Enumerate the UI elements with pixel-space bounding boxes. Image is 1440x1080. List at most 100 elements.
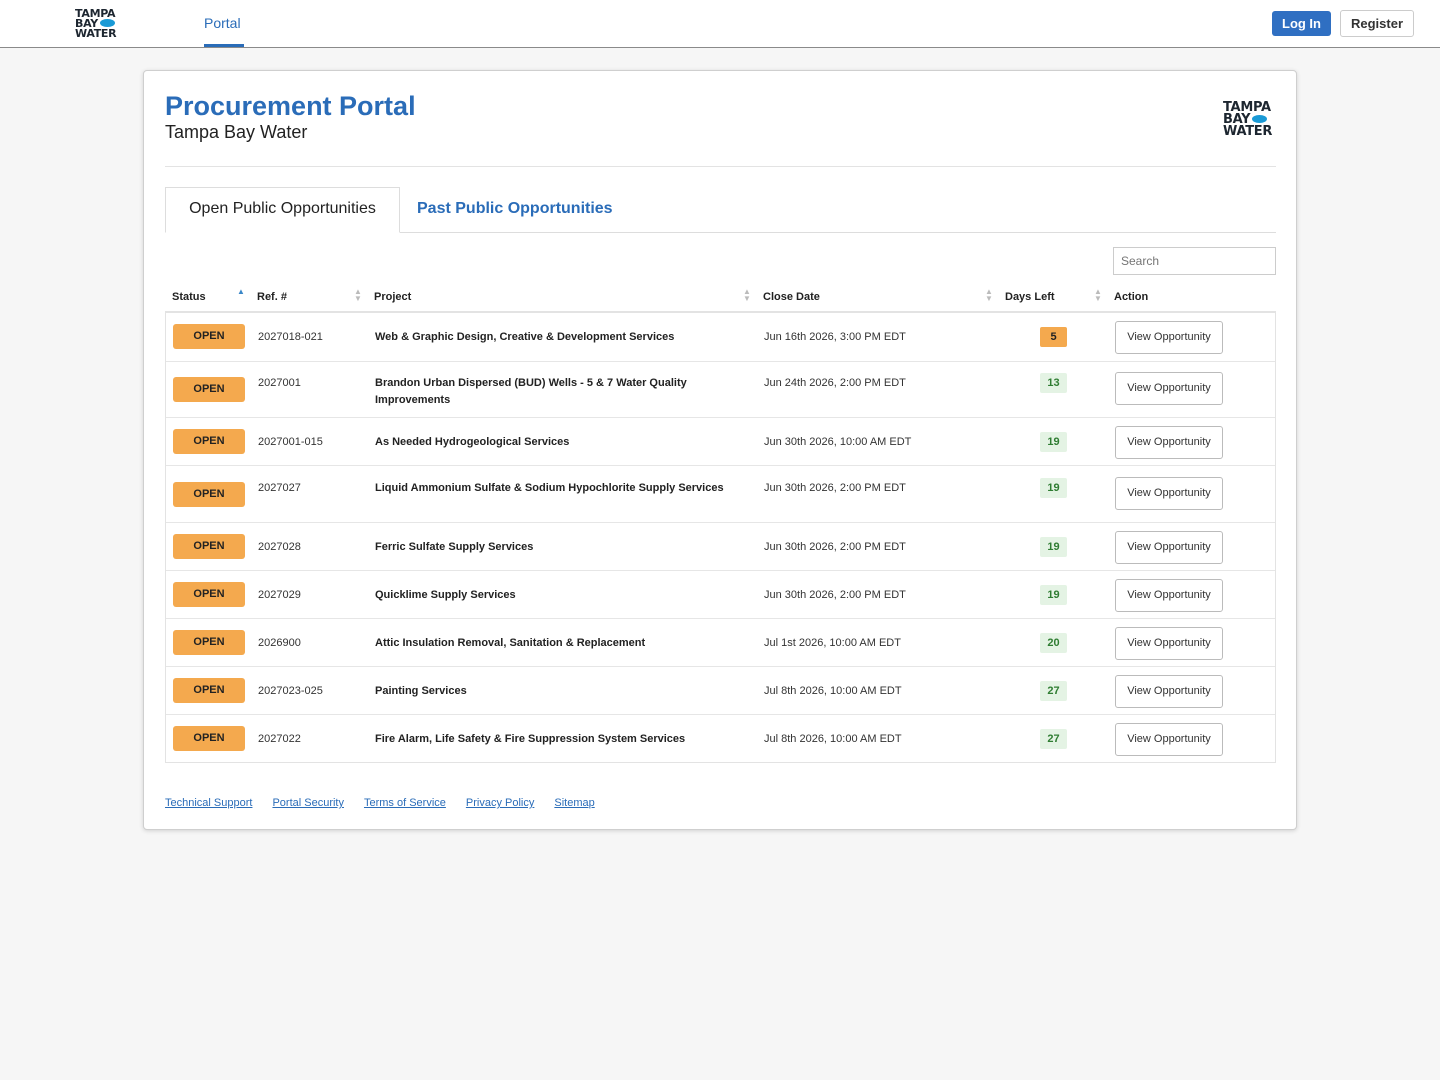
- status-badge: OPEN: [173, 534, 245, 559]
- status-badge: OPEN: [173, 377, 245, 402]
- project-name: Quicklime Supply Services: [375, 589, 516, 601]
- project-name: Brandon Urban Dispersed (BUD) Wells - 5 …: [375, 377, 687, 406]
- sort-icon[interactable]: ▲ ▼: [1094, 288, 1102, 303]
- divider: [165, 166, 1276, 167]
- table-row: OPEN 2026900 Attic Insulation Removal, San…: [166, 618, 1275, 666]
- login-button[interactable]: Log In: [1272, 11, 1331, 36]
- ref-number: 2027023-025: [258, 685, 323, 697]
- view-opportunity-button[interactable]: View Opportunity: [1115, 723, 1223, 756]
- project-name: Fire Alarm, Life Safety & Fire Suppressi…: [375, 733, 686, 745]
- table-row: OPEN 2027001 Brandon Urban Dispersed (BUD)…: [166, 361, 1275, 417]
- ref-number: 2027022: [258, 733, 301, 745]
- logo-line-3: WATER: [75, 27, 117, 40]
- status-badge: OPEN: [173, 482, 245, 507]
- nav-active-indicator: [204, 44, 244, 47]
- view-opportunity-button[interactable]: View Opportunity: [1115, 675, 1223, 708]
- project-name: Attic Insulation Removal, Sanitation & R…: [375, 637, 646, 649]
- ref-number: 2027001: [258, 377, 301, 389]
- days-left-badge: 19: [1040, 585, 1067, 605]
- view-opportunity-button[interactable]: View Opportunity: [1115, 426, 1223, 459]
- days-left-badge: 19: [1040, 478, 1067, 498]
- sort-icon[interactable]: ▲ ▼: [743, 288, 751, 303]
- table-row: OPEN 2027027 Liquid Ammonium Sulfate & Sod…: [166, 465, 1275, 522]
- search-input[interactable]: [1113, 247, 1276, 275]
- nav-portal-link[interactable]: Portal: [204, 15, 241, 31]
- view-opportunity-button[interactable]: View Opportunity: [1115, 579, 1223, 612]
- footer-link-technical-support[interactable]: Technical Support: [165, 797, 252, 809]
- status-badge: OPEN: [173, 630, 245, 655]
- wave-icon: [99, 19, 115, 27]
- col-action-header: Action: [1114, 291, 1149, 303]
- sort-asc-icon[interactable]: ▲: [237, 288, 245, 296]
- view-opportunity-button[interactable]: View Opportunity: [1115, 627, 1223, 660]
- status-badge: OPEN: [173, 324, 245, 349]
- view-opportunity-button[interactable]: View Opportunity: [1115, 321, 1223, 354]
- footer-link-sitemap[interactable]: Sitemap: [554, 797, 594, 809]
- card-logo: TAMPA BAY WATER: [1223, 101, 1273, 139]
- close-date: Jun 30th 2026, 2:00 PM EDT: [764, 482, 906, 494]
- col-days-left-header[interactable]: Days Left: [1005, 291, 1055, 303]
- days-left-badge: 19: [1040, 537, 1067, 557]
- close-date: Jul 8th 2026, 10:00 AM EDT: [764, 733, 902, 745]
- table-row: OPEN 2027022 Fire Alarm, Life Safety & Fir…: [166, 714, 1275, 762]
- table-row: OPEN 2027029 Quicklime Supply Services Jun …: [166, 570, 1275, 618]
- status-badge: OPEN: [173, 429, 245, 454]
- days-left-badge: 27: [1040, 681, 1067, 701]
- tab-open-opportunities[interactable]: Open Public Opportunities: [165, 187, 400, 233]
- col-status-header[interactable]: Status: [172, 291, 206, 303]
- page-subtitle: Tampa Bay Water: [165, 122, 308, 142]
- register-button[interactable]: Register: [1340, 10, 1414, 37]
- logo-line-3: WATER: [1223, 124, 1273, 139]
- tab-past-opportunities[interactable]: Past Public Opportunities: [417, 200, 613, 218]
- status-badge: OPEN: [173, 582, 245, 607]
- footer-link-privacy-policy[interactable]: Privacy Policy: [466, 797, 534, 809]
- wave-icon: [1252, 114, 1268, 123]
- table-row: OPEN 2027001-015 As Needed Hydrogeological…: [166, 417, 1275, 465]
- table-row: OPEN 2027028 Ferric Sulfate Supply Service…: [166, 522, 1275, 570]
- table-row: OPEN 2027018-021 Web & Graphic Design, Cre…: [166, 313, 1275, 361]
- footer-link-terms-of-service[interactable]: Terms of Service: [364, 797, 446, 809]
- ref-number: 2027027: [258, 482, 301, 494]
- opportunities-table: Status ▲ Ref. # ▲ ▼ Project ▲ ▼ Close Date…: [165, 283, 1276, 763]
- col-project-header[interactable]: Project: [374, 291, 411, 303]
- col-close-date-header[interactable]: Close Date: [763, 291, 820, 303]
- ref-number: 2027018-021: [258, 331, 323, 343]
- project-name: Web & Graphic Design, Creative & Develop…: [375, 331, 675, 343]
- footer-link-portal-security[interactable]: Portal Security: [272, 797, 344, 809]
- ref-number: 2027028: [258, 541, 301, 553]
- days-left-badge: 5: [1040, 327, 1067, 347]
- page-title: Procurement Portal: [165, 91, 416, 121]
- col-ref-header[interactable]: Ref. #: [257, 291, 287, 303]
- view-opportunity-button[interactable]: View Opportunity: [1115, 477, 1223, 510]
- view-opportunity-button[interactable]: View Opportunity: [1115, 372, 1223, 405]
- days-left-badge: 13: [1040, 373, 1067, 393]
- close-date: Jun 16th 2026, 3:00 PM EDT: [764, 331, 906, 343]
- tampa-bay-water-logo[interactable]: TAMPA BAY WATER: [75, 8, 117, 40]
- close-date: Jun 24th 2026, 2:00 PM EDT: [764, 377, 906, 389]
- sort-icon[interactable]: ▲ ▼: [354, 288, 362, 303]
- footer-links: Technical Support Portal Security Terms of…: [165, 797, 615, 809]
- top-navbar: TAMPA BAY WATER Portal Log In Register: [0, 0, 1440, 48]
- project-name: As Needed Hydrogeological Services: [375, 436, 570, 448]
- close-date: Jul 1st 2026, 10:00 AM EDT: [764, 637, 901, 649]
- days-left-badge: 27: [1040, 729, 1067, 749]
- project-name: Painting Services: [375, 685, 467, 697]
- ref-number: 2027029: [258, 589, 301, 601]
- project-name: Ferric Sulfate Supply Services: [375, 541, 534, 553]
- status-badge: OPEN: [173, 678, 245, 703]
- table-header: Status ▲ Ref. # ▲ ▼ Project ▲ ▼ Close Date…: [165, 283, 1276, 313]
- days-left-badge: 20: [1040, 633, 1067, 653]
- ref-number: 2027001-015: [258, 436, 323, 448]
- sort-icon[interactable]: ▲ ▼: [985, 288, 993, 303]
- status-badge: OPEN: [173, 726, 245, 751]
- close-date: Jul 8th 2026, 10:00 AM EDT: [764, 685, 902, 697]
- close-date: Jun 30th 2026, 10:00 AM EDT: [764, 436, 912, 448]
- main-card: Procurement Portal Tampa Bay Water TAMPA…: [143, 70, 1297, 830]
- ref-number: 2026900: [258, 637, 301, 649]
- days-left-badge: 19: [1040, 432, 1067, 452]
- close-date: Jun 30th 2026, 2:00 PM EDT: [764, 541, 906, 553]
- view-opportunity-button[interactable]: View Opportunity: [1115, 531, 1223, 564]
- table-row: OPEN 2027023-025 Painting Services Jul 8th …: [166, 666, 1275, 714]
- project-name: Liquid Ammonium Sulfate & Sodium Hypochl…: [375, 482, 724, 494]
- close-date: Jun 30th 2026, 2:00 PM EDT: [764, 589, 906, 601]
